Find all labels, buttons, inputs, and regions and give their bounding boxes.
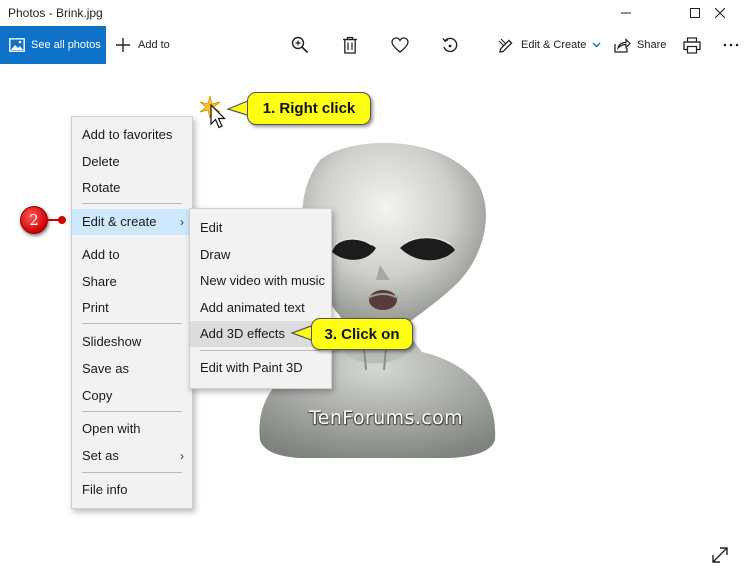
menu-item-add-to-favorites[interactable]: Add to favorites — [72, 122, 192, 148]
close-icon — [715, 8, 725, 18]
see-all-photos-label: See all photos — [31, 39, 101, 51]
edit-create-submenu: Edit Draw New video with music Add anima… — [189, 208, 332, 389]
menu-item-set-as[interactable]: Set as › — [72, 443, 192, 469]
context-menu: Add to favorites Delete Rotate Edit & cr… — [71, 116, 193, 509]
plus-icon — [116, 38, 130, 52]
edit-create-icon — [498, 38, 513, 53]
window-title: Photos - Brink.jpg — [8, 6, 103, 20]
menu-separator — [82, 411, 182, 412]
more-icon — [723, 43, 739, 47]
menu-separator — [82, 203, 182, 204]
chevron-right-icon: › — [180, 449, 184, 463]
submenu-item-edit-with-paint-3d[interactable]: Edit with Paint 3D — [190, 355, 331, 381]
minimize-icon — [621, 12, 631, 14]
menu-item-set-as-label: Set as — [82, 448, 119, 463]
zoom-button[interactable] — [289, 34, 311, 56]
delete-button[interactable] — [339, 34, 361, 56]
menu-item-print[interactable]: Print — [72, 295, 192, 321]
menu-item-slideshow[interactable]: Slideshow — [72, 329, 192, 355]
title-bar: Photos - Brink.jpg — [0, 0, 750, 26]
menu-separator — [82, 472, 182, 473]
submenu-item-draw[interactable]: Draw — [190, 242, 331, 268]
menu-item-open-with[interactable]: Open with — [72, 416, 192, 442]
fullscreen-icon[interactable] — [710, 545, 730, 565]
menu-item-edit-create-label: Edit & create — [82, 214, 157, 229]
more-button[interactable] — [720, 34, 742, 56]
see-all-photos-button[interactable]: See all photos — [0, 26, 106, 64]
toolbar: See all photos Add to Edit & Create Shar… — [0, 26, 750, 64]
add-to-button[interactable]: Add to — [115, 26, 170, 64]
submenu-item-add-animated-text[interactable]: Add animated text — [190, 295, 331, 321]
favorite-button[interactable] — [389, 34, 411, 56]
share-label: Share — [637, 39, 667, 51]
menu-item-file-info[interactable]: File info — [72, 477, 192, 503]
menu-separator — [200, 350, 321, 351]
minimize-button[interactable] — [603, 0, 649, 26]
rotate-button[interactable] — [439, 34, 461, 56]
menu-item-edit-create[interactable]: Edit & create › — [72, 209, 192, 235]
add-to-label: Add to — [138, 39, 170, 51]
submenu-item-edit[interactable]: Edit — [190, 215, 331, 241]
heart-icon — [391, 37, 409, 53]
step2-badge: 2 — [20, 206, 48, 234]
close-button[interactable] — [697, 0, 743, 26]
chevron-right-icon: › — [180, 215, 184, 229]
submenu-item-new-video[interactable]: New video with music — [190, 268, 331, 294]
share-button[interactable]: Share — [614, 26, 666, 64]
step3-callout: 3. Click on — [311, 318, 413, 350]
step1-callout: 1. Right click — [247, 92, 371, 125]
watermark: TenForums.com — [309, 407, 464, 429]
menu-separator — [82, 323, 182, 324]
mouse-cursor-icon — [210, 104, 226, 129]
print-button[interactable] — [681, 34, 703, 56]
menu-item-delete[interactable]: Delete — [72, 149, 192, 175]
printer-icon — [683, 36, 701, 54]
trash-icon — [343, 36, 357, 54]
menu-item-rotate[interactable]: Rotate — [72, 175, 192, 201]
edit-create-label: Edit & Create — [521, 39, 587, 51]
step2-dot — [58, 216, 66, 224]
rotate-icon — [442, 37, 458, 53]
menu-item-add-to[interactable]: Add to — [72, 242, 192, 268]
share-icon — [614, 37, 631, 53]
photos-icon — [9, 38, 25, 52]
zoom-in-icon — [291, 36, 309, 54]
menu-item-share[interactable]: Share — [72, 269, 192, 295]
chevron-down-icon — [592, 42, 601, 48]
menu-item-copy[interactable]: Copy — [72, 383, 192, 409]
menu-item-save-as[interactable]: Save as — [72, 356, 192, 382]
edit-create-button[interactable]: Edit & Create — [498, 26, 601, 64]
